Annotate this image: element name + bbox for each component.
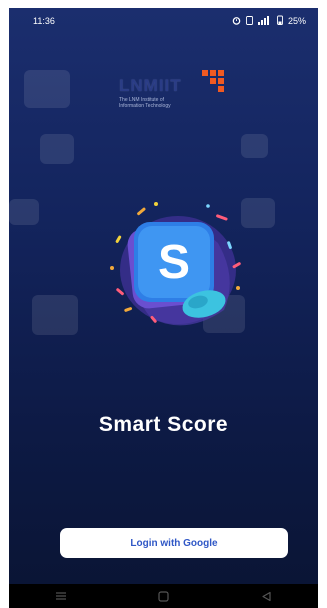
login-with-google-button[interactable]: Login with Google bbox=[60, 528, 288, 558]
back-icon[interactable] bbox=[260, 589, 274, 603]
battery-icon bbox=[277, 15, 283, 27]
alarm-icon bbox=[232, 16, 241, 27]
status-bar: 11:36 25% bbox=[9, 8, 318, 34]
status-icons: 25% bbox=[232, 15, 306, 27]
sim-icon bbox=[246, 15, 253, 27]
battery-percent: 25% bbox=[287, 16, 306, 26]
app-icon-illustration: S bbox=[110, 202, 241, 326]
decor-square bbox=[241, 198, 275, 228]
app-screen: 11:36 25% LNMIIT The LNM Institute of In… bbox=[9, 8, 318, 608]
menu-icon[interactable] bbox=[54, 589, 68, 603]
decor-square bbox=[9, 199, 39, 225]
app-title: Smart Score bbox=[98, 413, 229, 436]
app-icon: S bbox=[106, 198, 246, 338]
logo-name: LNMIIT bbox=[119, 76, 182, 95]
logo-grid-icon bbox=[202, 70, 224, 92]
status-time: 11:36 bbox=[33, 16, 55, 26]
institute-logo: LNMIIT The LNM Institute of Information … bbox=[119, 70, 239, 120]
logo-subtitle: The LNM Institute of Information Technol… bbox=[119, 97, 171, 109]
decor-square bbox=[32, 295, 78, 335]
system-nav-bar bbox=[9, 584, 318, 608]
signal-icon bbox=[257, 15, 272, 27]
decor-square bbox=[241, 134, 268, 158]
decor-square bbox=[24, 70, 70, 108]
app-icon-letter: S bbox=[158, 236, 190, 289]
decor-square bbox=[40, 134, 74, 164]
home-icon[interactable] bbox=[157, 589, 171, 603]
